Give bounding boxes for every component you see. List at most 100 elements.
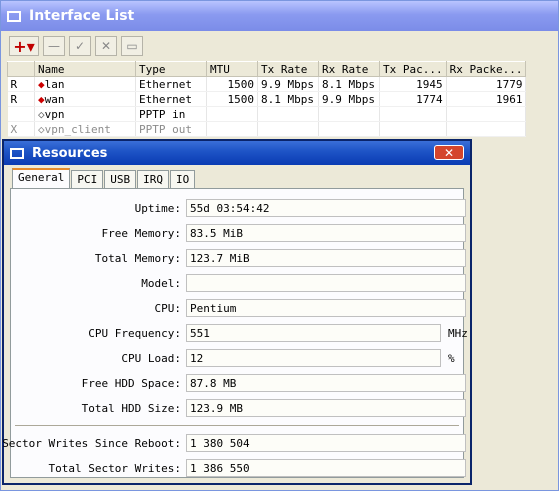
row-name-cell: ◇vpn <box>34 106 136 122</box>
row-name: vpn <box>44 107 65 121</box>
row-rx-packets: 1779 <box>446 76 527 92</box>
interface-icon: ◇ <box>38 122 45 136</box>
interface-list-titlebar[interactable]: Interface List <box>1 1 558 31</box>
cpu-frequency-row: CPU Frequency: 551 MHz <box>11 324 468 344</box>
total-hdd-field[interactable]: 123.9 MB <box>186 399 466 417</box>
cpu-load-label: CPU Load: <box>121 352 181 365</box>
row-flag: R <box>7 91 35 107</box>
tab-pci[interactable]: PCI <box>71 170 104 189</box>
row-tx-packets: 1774 <box>379 91 447 107</box>
column-header-tx-rate[interactable]: Tx Rate <box>257 61 319 77</box>
interface-icon: ◆ <box>38 77 45 91</box>
table-row[interactable]: X ◇vpn_client PPTP out <box>7 121 527 137</box>
row-type: PPTP in <box>135 106 207 122</box>
cpu-frequency-field[interactable]: 551 <box>186 324 441 342</box>
uptime-label: Uptime: <box>134 202 181 215</box>
window-icon <box>7 10 21 22</box>
row-name-cell: ◆wan <box>34 91 136 107</box>
disable-button[interactable]: ✕ <box>95 36 117 56</box>
comment-button[interactable]: ▭ <box>121 36 143 56</box>
tab-irq[interactable]: IRQ <box>137 170 169 189</box>
row-tx-packets <box>379 106 447 122</box>
model-row: Model: <box>11 274 466 294</box>
row-name: wan <box>44 92 65 106</box>
table-row[interactable]: ◇vpn PPTP in <box>7 106 527 122</box>
resources-title: Resources <box>32 145 108 161</box>
free-hdd-row: Free HDD Space: 87.8 MB <box>11 374 466 394</box>
total-hdd-label: Total HDD Size: <box>81 402 181 415</box>
row-name-cell: ◆lan <box>34 76 136 92</box>
row-rx-packets <box>446 106 527 122</box>
tab-strip: General PCI USB IRQ IO <box>12 168 196 189</box>
column-header-rx-packets[interactable]: Rx Packe... <box>445 61 527 77</box>
resources-titlebar[interactable]: Resources ✕ <box>4 141 470 165</box>
sector-writes-reboot-row: Sector Writes Since Reboot: 1 380 504 <box>2 434 466 454</box>
row-name: lan <box>44 77 65 91</box>
column-header-mtu[interactable]: MTU <box>206 61 258 77</box>
cpu-load-field[interactable]: 12 <box>186 349 441 367</box>
row-name: vpn_client <box>44 122 111 136</box>
free-memory-row: Free Memory: 83.5 MiB <box>11 224 466 244</box>
total-memory-label: Total Memory: <box>94 252 181 265</box>
row-mtu: 1500 <box>206 76 258 92</box>
section-divider <box>15 425 459 426</box>
close-button[interactable]: ✕ <box>434 145 464 160</box>
row-rx-rate <box>318 121 380 137</box>
total-sector-writes-row: Total Sector Writes: 1 386 550 <box>11 459 466 479</box>
general-panel: Uptime: 55d 03:54:42 Free Memory: 83.5 M… <box>2 188 468 479</box>
row-rx-packets: 1961 <box>446 91 527 107</box>
column-header-name[interactable]: Name <box>34 61 136 77</box>
model-field[interactable] <box>186 274 466 292</box>
row-mtu: 1500 <box>206 91 258 107</box>
interface-list-title: Interface List <box>29 8 135 24</box>
total-hdd-row: Total HDD Size: 123.9 MB <box>11 399 466 419</box>
total-sector-writes-label: Total Sector Writes: <box>48 462 181 475</box>
remove-button[interactable]: — <box>43 36 65 56</box>
row-type: PPTP out <box>135 121 207 137</box>
row-rx-packets <box>446 121 527 137</box>
column-header-flag[interactable] <box>7 61 35 77</box>
free-memory-label: Free Memory: <box>101 227 181 240</box>
row-flag: R <box>7 76 35 92</box>
add-button[interactable]: +▾ <box>9 36 39 56</box>
row-rx-rate <box>318 106 380 122</box>
row-rx-rate: 9.9 Mbps <box>318 91 380 107</box>
column-header-tx-packets[interactable]: Tx Pac... <box>379 61 447 77</box>
row-tx-packets <box>379 121 447 137</box>
uptime-field[interactable]: 55d 03:54:42 <box>186 199 466 217</box>
column-header-rx-rate[interactable]: Rx Rate <box>318 61 380 77</box>
row-rx-rate: 8.1 Mbps <box>318 76 380 92</box>
enable-button[interactable]: ✓ <box>69 36 91 56</box>
row-type: Ethernet <box>135 76 207 92</box>
tab-general[interactable]: General <box>12 168 71 189</box>
sector-writes-reboot-field[interactable]: 1 380 504 <box>186 434 466 452</box>
row-name-cell: ◇vpn_client <box>34 121 136 137</box>
cpu-label: CPU: <box>154 302 182 315</box>
table-row[interactable]: R ◆wan Ethernet 1500 8.1 Mbps 9.9 Mbps 1… <box>7 91 527 107</box>
cpu-frequency-label: CPU Frequency: <box>88 327 181 340</box>
cpu-field[interactable]: Pentium <box>186 299 466 317</box>
interface-icon: ◆ <box>38 92 45 106</box>
total-sector-writes-field[interactable]: 1 386 550 <box>186 459 466 477</box>
table-row[interactable]: R ◆lan Ethernet 1500 9.9 Mbps 8.1 Mbps 1… <box>7 76 527 92</box>
column-header-type[interactable]: Type <box>135 61 207 77</box>
row-tx-rate <box>257 121 319 137</box>
row-tx-rate: 8.1 Mbps <box>257 91 319 107</box>
cpu-row: CPU: Pentium <box>11 299 466 319</box>
interface-icon: ◇ <box>38 107 45 121</box>
row-flag <box>7 106 35 122</box>
free-memory-field[interactable]: 83.5 MiB <box>186 224 466 242</box>
cpu-load-unit: % <box>448 352 455 365</box>
free-hdd-label: Free HDD Space: <box>81 377 181 390</box>
total-memory-field[interactable]: 123.7 MiB <box>186 249 466 267</box>
tab-usb[interactable]: USB <box>104 170 137 189</box>
uptime-row: Uptime: 55d 03:54:42 <box>11 199 466 219</box>
tab-io[interactable]: IO <box>169 170 196 189</box>
toolbar: +▾ — ✓ ✕ ▭ <box>1 33 558 59</box>
row-flag: X <box>7 121 35 137</box>
cpu-frequency-unit: MHz <box>448 327 468 340</box>
row-tx-packets: 1945 <box>379 76 447 92</box>
free-hdd-field[interactable]: 87.8 MB <box>186 374 466 392</box>
row-tx-rate <box>257 106 319 122</box>
resources-window: Resources ✕ General PCI USB IRQ IO Uptim… <box>2 139 472 485</box>
